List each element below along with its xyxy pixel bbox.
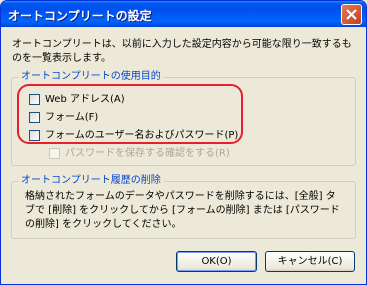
history-group: オートコンプリート履歴の削除 格納されたフォームのデータやパスワードを削除するに… xyxy=(11,175,356,239)
history-description: 格納されたフォームのデータやパスワードを削除するには、[全般] タブで [削除]… xyxy=(25,191,340,230)
close-icon xyxy=(346,9,357,20)
ok-button[interactable]: OK(O) xyxy=(176,251,257,272)
cancel-button[interactable]: キャンセル(C) xyxy=(265,251,355,272)
usage-group-legend: オートコンプリートの使用目的 xyxy=(18,71,164,83)
checkbox-box[interactable] xyxy=(49,148,60,159)
intro-text: オートコンプリートは、以前に入力した設定内容から可能な限り一致するものを一覧表示… xyxy=(12,39,352,64)
history-group-legend: オートコンプリート履歴の削除 xyxy=(18,175,164,187)
highlight-annotation xyxy=(17,84,243,144)
checkbox-label: パスワードを保存する確認をする(R) xyxy=(65,148,230,159)
title-bar[interactable]: オートコンプリートの設定 xyxy=(1,1,366,27)
close-button[interactable] xyxy=(341,4,362,25)
autocomplete-settings-dialog: オートコンプリートの設定 オートコンプリートは、以前に入力した設定内容から可能な… xyxy=(0,0,367,285)
window-title: オートコンプリートの設定 xyxy=(8,9,152,23)
